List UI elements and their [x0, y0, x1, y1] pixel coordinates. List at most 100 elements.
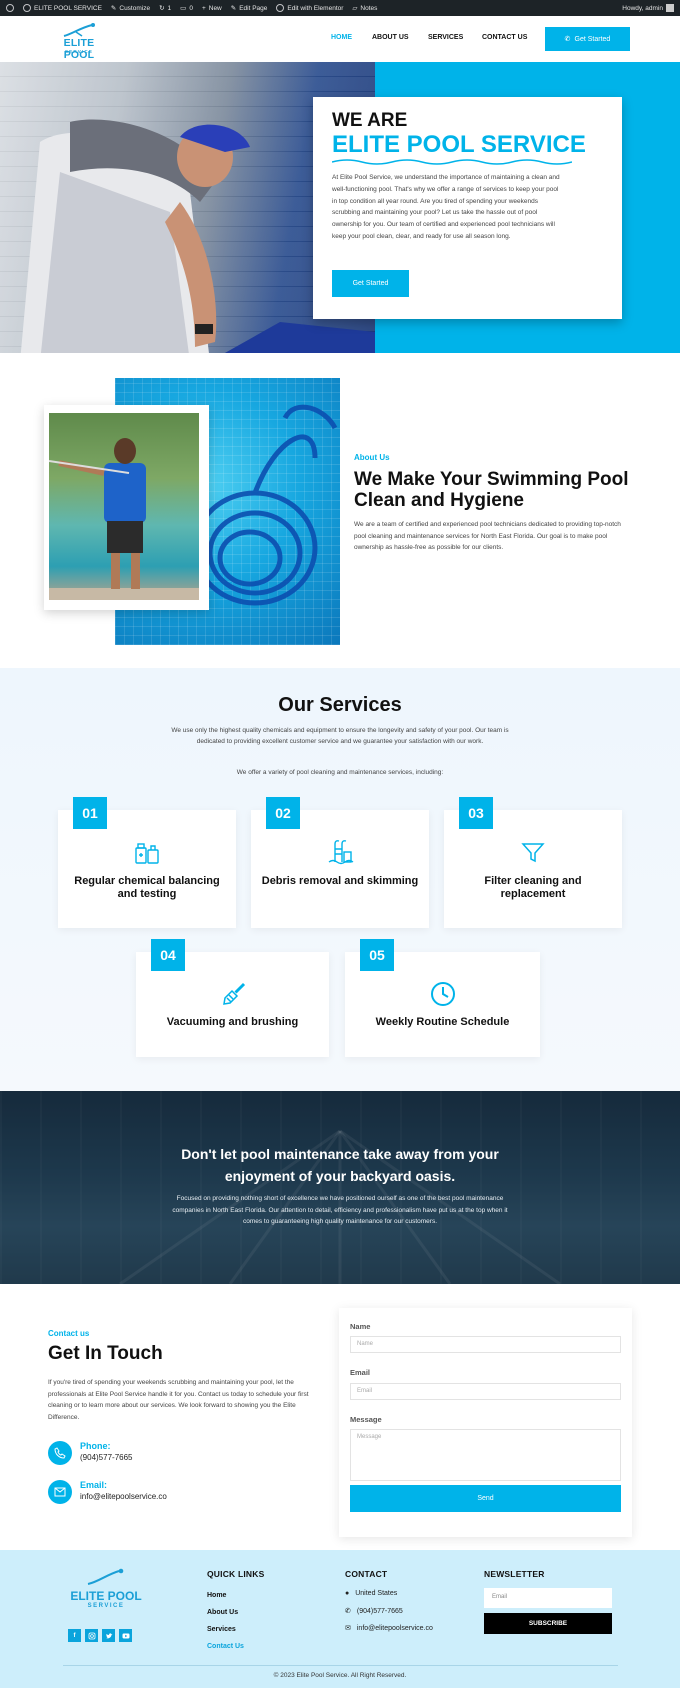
- footer-link-services[interactable]: Services: [207, 1626, 236, 1633]
- site-header: ELITE POOL SERVICE HOME ABOUT US SERVICE…: [0, 16, 680, 62]
- pencil-icon: ✎: [230, 5, 237, 12]
- footer-phone[interactable]: ✆ (904)577-7665: [345, 1607, 403, 1616]
- twitter-icon[interactable]: [102, 1629, 115, 1642]
- newsletter-email-input[interactable]: Email: [484, 1588, 612, 1608]
- admin-site-name[interactable]: ELITE POOL SERVICE: [23, 4, 102, 12]
- service-title: Vacuuming and brushing: [166, 1016, 299, 1028]
- service-number: 01: [73, 797, 107, 829]
- email-field[interactable]: Email: [350, 1383, 621, 1400]
- service-number: 04: [151, 939, 185, 971]
- filter-funnel-icon: [521, 843, 545, 863]
- service-card-5[interactable]: 05 Weekly Routine Schedule: [345, 939, 540, 1057]
- comment-icon: ▭: [180, 5, 187, 12]
- admin-new[interactable]: + New: [202, 5, 222, 12]
- service-card-1[interactable]: 01 Regular chemical balancing and testin…: [58, 797, 236, 928]
- admin-bar: ELITE POOL SERVICE ✎ Customize ↻ 1 ▭ 0 + New…: [0, 0, 680, 16]
- contact-description: If you're tired of spending your weekend…: [48, 1379, 309, 1421]
- phone-icon: ✆: [564, 36, 571, 43]
- phone-icon: [48, 1441, 72, 1465]
- wave-underline-icon: [332, 159, 572, 165]
- contact-title: Get In Touch: [48, 1343, 163, 1364]
- about-eyebrow: About Us: [354, 453, 390, 462]
- email-label: Email:: [80, 1480, 108, 1490]
- services-section: Our Services We use only the highest qua…: [0, 668, 680, 1091]
- phone-number[interactable]: (904)577-7665: [80, 1453, 132, 1462]
- name-label: Name: [350, 1322, 371, 1331]
- contact-section: Contact us Get In Touch If you're tired …: [0, 1284, 680, 1550]
- service-card-3[interactable]: 03 Filter cleaning and replacement: [444, 797, 622, 928]
- service-number: 02: [266, 797, 300, 829]
- admin-comments[interactable]: ▭ 0: [180, 4, 193, 13]
- hero-get-started-button[interactable]: Get Started: [332, 270, 409, 297]
- email-address[interactable]: info@elitepoolservice.co: [80, 1492, 167, 1501]
- footer-logo-title: ELITE POOL: [70, 1589, 142, 1603]
- about-section: About Us We Make Your Swimming Pool Clea…: [0, 353, 680, 668]
- admin-notes[interactable]: ▱ Notes: [352, 4, 377, 13]
- site-logo[interactable]: ELITE POOL SERVICE: [48, 22, 110, 61]
- facebook-icon[interactable]: f: [68, 1629, 81, 1642]
- footer-email[interactable]: ✉ info@elitepoolservice.co: [345, 1624, 433, 1633]
- phone-label: Phone:: [80, 1441, 111, 1451]
- nav-contact-us[interactable]: CONTACT US: [482, 34, 527, 41]
- subscribe-button[interactable]: SUBSCRIBE: [484, 1613, 612, 1634]
- nav-about-us[interactable]: ABOUT US: [372, 34, 409, 41]
- about-title: We Make Your Swimming Pool Clean and Hyg…: [354, 469, 629, 511]
- hero-title-line1: WE ARE: [332, 110, 408, 131]
- banner-description: Focused on providing nothing short of ex…: [172, 1195, 508, 1225]
- name-field[interactable]: Name: [350, 1336, 621, 1353]
- services-subtitle: We offer a variety of pool cleaning and …: [236, 769, 444, 776]
- pool-cleaner-photo: [49, 413, 199, 600]
- email-icon: [48, 1480, 72, 1504]
- note-icon: ▱: [352, 5, 358, 12]
- nav-home[interactable]: HOME: [331, 34, 352, 41]
- message-label: Message: [350, 1415, 382, 1424]
- message-field[interactable]: Message: [350, 1429, 621, 1481]
- about-description: We are a team of certified and experienc…: [354, 521, 621, 551]
- home-icon: [23, 4, 31, 12]
- admin-updates[interactable]: ↻ 1: [159, 4, 171, 13]
- map-pin-icon: ●: [345, 1590, 350, 1597]
- phone-icon: ✆: [345, 1608, 351, 1615]
- hero-section: WE ARE ELITE POOL SERVICE At Elite Pool …: [0, 62, 680, 353]
- copyright: © 2023 Elite Pool Service. All Right Res…: [273, 1672, 407, 1679]
- quick-links-title: QUICK LINKS: [207, 1569, 265, 1579]
- service-card-4[interactable]: 04 Vacuuming and brushing: [136, 939, 329, 1057]
- services-title: Our Services: [278, 694, 402, 716]
- clock-icon: [430, 982, 455, 1006]
- nav-services[interactable]: SERVICES: [428, 34, 463, 41]
- envelope-icon: ✉: [345, 1625, 351, 1632]
- pool-cleaner-frame: [44, 405, 209, 610]
- site-footer: ELITE POOL SERVICE f QUICK LINKS Home Ab…: [0, 1550, 680, 1688]
- avatar: [666, 4, 674, 12]
- service-title: Regular chemical balancing and testing: [74, 875, 220, 900]
- youtube-icon[interactable]: [119, 1629, 132, 1642]
- footer-link-about[interactable]: About Us: [207, 1609, 238, 1616]
- admin-edit-page[interactable]: ✎ Edit Page: [230, 4, 268, 13]
- swimmer-logo-icon: [63, 23, 95, 37]
- hero-card: WE ARE ELITE POOL SERVICE At Elite Pool …: [313, 97, 622, 319]
- admin-customize[interactable]: ✎ Customize: [111, 4, 150, 13]
- plus-icon: +: [201, 4, 206, 12]
- brush-icon: [222, 982, 245, 1005]
- admin-account[interactable]: Howdy, admin: [622, 4, 674, 12]
- pool-ladder-icon: [328, 840, 354, 865]
- chemical-bottles-icon: [135, 843, 159, 864]
- footer-link-contact[interactable]: Contact Us: [207, 1643, 244, 1650]
- newsletter-title: NEWSLETTER: [484, 1569, 545, 1579]
- instagram-icon[interactable]: [85, 1629, 98, 1642]
- send-button[interactable]: Send: [350, 1485, 621, 1512]
- header-get-started-button[interactable]: ✆ Get Started: [545, 27, 630, 51]
- footer-link-home[interactable]: Home: [207, 1592, 226, 1599]
- wordpress-logo-icon[interactable]: [6, 4, 14, 12]
- service-card-2[interactable]: 02 Debris removal and skimming: [251, 797, 429, 928]
- service-title: Filter cleaning and replacement: [484, 875, 582, 900]
- footer-contact-title: CONTACT: [345, 1569, 388, 1579]
- cta-banner: Don't let pool maintenance take away fro…: [0, 1091, 680, 1284]
- logo-subtitle: SERVICE: [64, 49, 94, 54]
- hero-title-line2: ELITE POOL SERVICE: [332, 131, 586, 158]
- hero-description: At Elite Pool Service, we understand the…: [332, 174, 560, 240]
- swimmer-logo-icon: [87, 1568, 124, 1585]
- footer-logo[interactable]: ELITE POOL SERVICE: [66, 1568, 146, 1616]
- admin-edit-elementor[interactable]: Edit with Elementor: [276, 4, 343, 12]
- service-number: 03: [459, 797, 493, 829]
